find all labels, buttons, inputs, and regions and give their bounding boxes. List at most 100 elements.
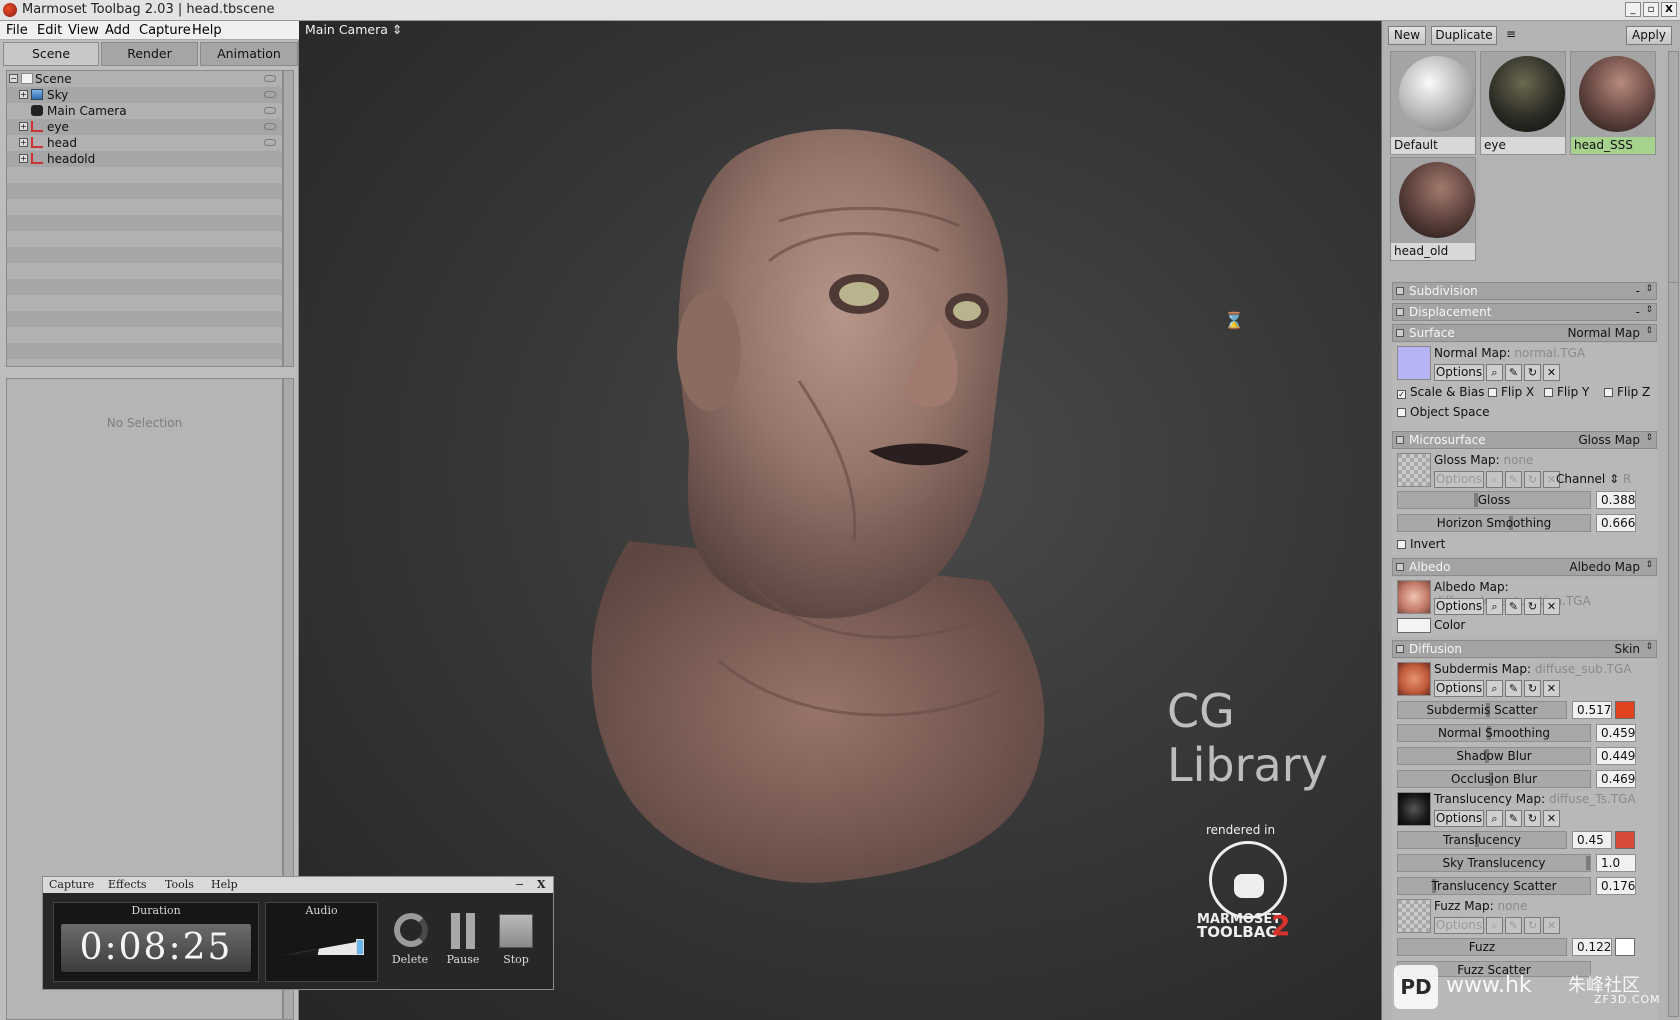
albedo-map-thumbnail[interactable] [1397, 580, 1431, 614]
translucency-scatter-value-field[interactable]: 0.176 [1596, 877, 1636, 895]
refresh-icon[interactable]: ↻ [1524, 598, 1541, 615]
visibility-icon[interactable] [264, 75, 276, 82]
tree-scrollbar[interactable] [283, 70, 294, 367]
fuzz-value-field[interactable]: 0.122 [1572, 938, 1612, 956]
section-surface[interactable]: Surface Normal Map ⇕ [1392, 324, 1657, 342]
sky-translucency-slider[interactable]: Sky Translucency [1397, 854, 1591, 872]
horizon-smoothing-value-field[interactable]: 0.666 [1596, 514, 1636, 532]
pencil-icon[interactable]: ✎ [1505, 471, 1522, 488]
pencil-icon[interactable]: ✎ [1505, 680, 1522, 697]
translucency-value-field[interactable]: 0.45 [1572, 831, 1612, 849]
new-material-button[interactable]: New [1388, 26, 1426, 45]
translucency-map-thumbnail[interactable] [1397, 792, 1431, 826]
options-button[interactable]: Options [1434, 917, 1484, 934]
chevron-updown-icon[interactable]: ⇕ [1645, 642, 1653, 652]
refresh-icon[interactable] [394, 913, 428, 947]
delete-control[interactable]: Delete [386, 913, 434, 983]
close-icon[interactable]: ✕ [1543, 598, 1560, 615]
chevron-updown-icon[interactable]: ⇕ [1645, 326, 1653, 336]
flip-z-checkbox[interactable]: Flip Z [1604, 385, 1650, 399]
gloss-value-field[interactable]: 0.388 [1596, 491, 1636, 509]
duplicate-material-button[interactable]: Duplicate [1431, 26, 1497, 45]
translucency-color-swatch[interactable] [1615, 831, 1635, 849]
gloss-slider[interactable]: Gloss [1397, 491, 1591, 509]
material-eye[interactable]: eye [1480, 51, 1566, 155]
tree-item-head[interactable]: + head [7, 135, 282, 151]
subdermis-scatter-value-field[interactable]: 0.517 [1572, 701, 1612, 719]
tab-scene[interactable]: Scene [3, 42, 99, 66]
horizon-smoothing-slider[interactable]: Horizon Smoothing [1397, 514, 1591, 532]
normal-map-thumbnail[interactable] [1397, 346, 1431, 380]
tree-item-eye[interactable]: + eye [7, 119, 282, 135]
apply-material-button[interactable]: Apply [1626, 26, 1672, 45]
visibility-icon[interactable] [264, 91, 276, 98]
channel-select[interactable]: Channel ⇕ R [1556, 472, 1631, 486]
stop-control[interactable]: Stop [492, 913, 540, 983]
material-list-scrollbar[interactable] [1668, 51, 1679, 286]
material-default[interactable]: Default [1390, 51, 1476, 155]
chevron-updown-icon[interactable]: ⇕ [1645, 305, 1653, 315]
options-button[interactable]: Options [1434, 598, 1484, 615]
search-icon[interactable]: ⌕ [1486, 810, 1503, 827]
pencil-icon[interactable]: ✎ [1505, 364, 1522, 381]
expand-icon[interactable] [1396, 287, 1404, 295]
tab-animation[interactable]: Animation [200, 42, 298, 66]
normal-smoothing-slider[interactable]: Normal Smoothing [1397, 724, 1591, 742]
pause-control[interactable]: Pause [439, 913, 487, 983]
expand-icon[interactable]: + [19, 90, 28, 99]
flip-x-checkbox[interactable]: Flip X [1488, 385, 1534, 399]
pencil-icon[interactable]: ✎ [1505, 810, 1522, 827]
refresh-icon[interactable]: ↻ [1524, 680, 1541, 697]
expand-icon[interactable] [1396, 308, 1404, 316]
recorder-close-button[interactable]: X [537, 878, 546, 891]
pencil-icon[interactable]: ✎ [1505, 598, 1522, 615]
recorder-menu-help[interactable]: Help [211, 878, 238, 891]
chevron-updown-icon[interactable]: ⇕ [1645, 433, 1653, 443]
menu-capture[interactable]: Capture [139, 23, 191, 38]
menu-file[interactable]: File [6, 23, 28, 38]
tree-item-headold[interactable]: + headold [7, 151, 282, 167]
albedo-color-swatch[interactable] [1397, 618, 1431, 633]
pause-icon[interactable] [451, 913, 475, 949]
subdermis-map-thumbnail[interactable] [1397, 662, 1431, 696]
occlusion-blur-value-field[interactable]: 0.469 [1596, 770, 1636, 788]
tree-item-scene[interactable]: − Scene [7, 71, 282, 87]
tree-item-main-camera[interactable]: Main Camera [7, 103, 282, 119]
stop-icon[interactable] [499, 914, 533, 948]
expand-icon[interactable]: + [19, 138, 28, 147]
material-head-sss[interactable]: head_SSS [1570, 51, 1656, 155]
pencil-icon[interactable]: ✎ [1505, 917, 1522, 934]
3d-viewport[interactable]: Main Camera ⇕ ⌛ CG Library rendered in M… [299, 21, 1381, 1020]
normal-smoothing-value-field[interactable]: 0.459 [1596, 724, 1636, 742]
collapse-icon[interactable] [1396, 563, 1404, 571]
recorder-menu-tools[interactable]: Tools [165, 878, 194, 891]
shadow-blur-value-field[interactable]: 0.449 [1596, 747, 1636, 765]
collapse-icon[interactable] [1396, 329, 1404, 337]
search-icon[interactable]: ⌕ [1486, 598, 1503, 615]
visibility-icon[interactable] [264, 123, 276, 130]
translucency-slider[interactable]: Translucency [1397, 831, 1567, 849]
object-space-checkbox[interactable]: Object Space [1397, 405, 1489, 419]
audio-level-meter[interactable] [284, 941, 362, 955]
tab-render[interactable]: Render [101, 42, 198, 66]
menu-add[interactable]: Add [105, 23, 130, 38]
material-head-old[interactable]: head_old [1390, 157, 1476, 261]
fuzz-color-swatch[interactable] [1615, 938, 1635, 956]
audio-level-handle[interactable] [356, 939, 364, 955]
refresh-icon[interactable]: ↻ [1524, 471, 1541, 488]
recorder-minimize-button[interactable]: − [515, 878, 524, 891]
options-button[interactable]: Options [1434, 471, 1484, 488]
search-icon[interactable]: ⌕ [1486, 471, 1503, 488]
fuzz-map-thumbnail[interactable] [1397, 899, 1431, 933]
close-icon[interactable]: ✕ [1543, 364, 1560, 381]
recorder-menu-effects[interactable]: Effects [108, 878, 147, 891]
collapse-icon[interactable]: − [9, 74, 18, 83]
flip-y-checkbox[interactable]: Flip Y [1544, 385, 1589, 399]
maximize-button[interactable]: ▫ [1643, 2, 1659, 17]
invert-checkbox[interactable]: Invert [1397, 537, 1445, 551]
options-button[interactable]: Options [1434, 364, 1484, 381]
collapse-icon[interactable] [1396, 436, 1404, 444]
refresh-icon[interactable]: ↻ [1524, 810, 1541, 827]
search-icon[interactable]: ⌕ [1486, 917, 1503, 934]
options-button[interactable]: Options [1434, 680, 1484, 697]
